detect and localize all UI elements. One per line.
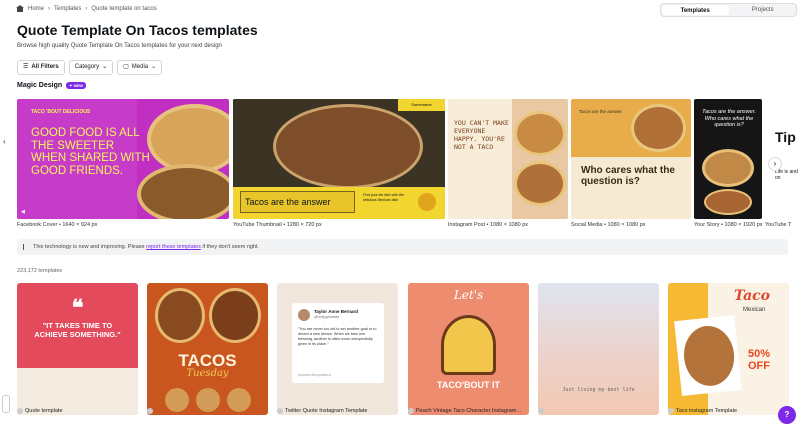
template-caption: Twitter Quote Instagram Template <box>277 408 367 414</box>
magic-card-facebook-cover[interactable]: TACO 'BOUT DELICIOUS GOOD FOOD IS ALL TH… <box>17 99 229 219</box>
taco-photo <box>137 164 229 219</box>
tweet-tags: #quotes #inspirations <box>298 373 332 377</box>
template-card-taco-character[interactable]: Let's TACO'BOUT IT <box>408 283 529 415</box>
card-small-text: Life is and on <box>775 169 798 181</box>
category-dropdown[interactable]: Category ⌄ <box>68 60 114 75</box>
avatar <box>298 309 310 321</box>
card-small-text: Find your fav dish with the delicious Me… <box>363 193 404 202</box>
template-card-gradient[interactable]: Just living my best life <box>538 283 659 415</box>
magic-card-instagram-post[interactable]: YOU CAN'T MAKE EVERYONE HAPPY. YOU'RE NO… <box>448 99 568 219</box>
collapse-chevron-icon[interactable]: ‹ <box>3 137 6 146</box>
card-caption: Social Media • 1080 × 1080 px <box>571 222 646 228</box>
tweet-handle: @reallygreatsite <box>314 315 340 319</box>
taco-photo <box>273 104 423 189</box>
card-quote: Just living my best life <box>562 387 635 393</box>
card-caption: Instagram Post • 1080 × 1080 px <box>448 222 529 228</box>
tweet-text: "You are never too old to set another go… <box>298 327 377 346</box>
card-caption: YouTube T <box>765 222 792 228</box>
home-icon[interactable] <box>16 5 24 12</box>
breadcrumb-current: Quote template on tacos <box>91 6 157 12</box>
breadcrumb-home[interactable]: Home <box>28 6 44 12</box>
chevron-down-icon: ⌄ <box>102 64 108 70</box>
card-quote: Who cares what the question is? <box>581 165 675 187</box>
notice-end-text: if they don't seem right. <box>202 244 260 250</box>
all-filters-label: All Filters <box>31 64 59 70</box>
help-button[interactable]: ? <box>778 406 796 424</box>
template-count: 223,172 templates <box>17 268 63 274</box>
quote-mark-icon: ❝ <box>71 295 84 320</box>
arrow-icon <box>418 193 436 211</box>
card-subtitle: Tuesday <box>186 368 229 379</box>
card-quote: YOU CAN'T MAKE EVERYONE HAPPY. YOU'RE NO… <box>454 119 509 151</box>
template-card-tacos-tuesday[interactable]: TACOS Tuesday <box>147 283 268 415</box>
template-card-taco-mexican[interactable]: Taco Mexican 50% OFF <box>668 283 789 415</box>
category-label: Category <box>74 64 100 70</box>
filter-icon: ☰ <box>23 64 29 70</box>
card-subtitle: Mexican <box>743 307 766 313</box>
taco-photo <box>165 388 189 412</box>
taco-photo <box>227 388 251 412</box>
card-quote: Tacos are the answer. Who cares what the… <box>702 109 756 128</box>
card-quote: Tacos are the answer <box>240 191 355 213</box>
breadcrumb-templates[interactable]: Templates <box>54 6 81 12</box>
media-icon: ▢ <box>123 64 129 70</box>
template-card-twitter-quote[interactable]: Taylor Anne Bernard @reallygreatsite "Yo… <box>277 283 398 415</box>
new-badge: ✦ NEW <box>66 82 86 89</box>
template-caption <box>538 408 546 414</box>
page-title: Quote Template On Tacos templates <box>17 22 258 38</box>
taco-photo <box>704 189 752 215</box>
magic-card-youtube-thumbnail[interactable]: Somename Tacos are the answer Find your … <box>233 99 445 219</box>
scroll-handle[interactable] <box>2 395 10 413</box>
taco-photo <box>514 161 566 206</box>
card-tag: Somename <box>398 99 445 111</box>
beta-notice: This technology is new and improving. Pl… <box>17 239 788 255</box>
taco-photo <box>155 288 205 343</box>
tweet-author: Taylor Anne Bernard <box>314 309 359 314</box>
template-caption: Taco instagram Template <box>668 408 737 414</box>
media-label: Media <box>131 64 149 70</box>
card-deal: 50% OFF <box>748 348 771 372</box>
card-quote: Tip <box>775 129 796 145</box>
tab-templates[interactable]: Templates <box>662 5 729 15</box>
magic-design-heading: Magic Design ✦ NEW <box>17 82 86 89</box>
card-caption: Your Story • 1080 × 1920 px <box>694 222 763 228</box>
flag-icon <box>23 244 27 250</box>
chevron-right-icon: › <box>48 6 51 12</box>
card-small-text: Tacos are the answer <box>579 109 622 114</box>
card-script-text: Let's <box>453 288 484 302</box>
page-subtitle: Browse high quality Quote Template On Ta… <box>17 43 222 49</box>
play-icon: ◀ <box>21 209 25 215</box>
card-headline: TACO 'BOUT DELICIOUS <box>31 109 91 115</box>
template-caption: Peach Vintage Taco Character Instagram..… <box>408 408 521 414</box>
card-title: Taco <box>734 288 771 304</box>
all-filters-button[interactable]: ☰ All Filters <box>17 60 65 75</box>
breadcrumb: Home › Templates › Quote template on tac… <box>16 5 157 12</box>
taco-photo <box>514 111 566 156</box>
next-arrow-button[interactable]: › <box>768 157 782 171</box>
card-caption: YouTube Thumbnail • 1280 × 720 px <box>233 222 322 228</box>
chevron-right-icon: › <box>85 6 88 12</box>
notice-text: This technology is new and improving. Pl… <box>33 244 145 250</box>
card-quote: "IT TAKES TIME TO ACHIEVE SOMETHING." <box>34 321 121 339</box>
magic-card-your-story[interactable]: Tacos are the answer. Who cares what the… <box>694 99 762 219</box>
card-caption: Facebook Cover • 1640 × 924 px <box>17 222 98 228</box>
template-card-quote[interactable]: ❝ "IT TAKES TIME TO ACHIEVE SOMETHING." <box>17 283 138 415</box>
chevron-down-icon: ⌄ <box>151 64 157 70</box>
taco-photo <box>702 149 754 187</box>
card-quote: GOOD FOOD IS ALL THE SWEETER WHEN SHARED… <box>31 127 150 177</box>
magic-design-label: Magic Design <box>17 82 63 89</box>
template-caption <box>147 408 155 414</box>
taco-photo <box>196 388 220 412</box>
magic-card-social-media[interactable]: Tacos are the answer Who cares what the … <box>571 99 691 219</box>
taco-photo <box>209 288 261 343</box>
report-templates-link[interactable]: report these templates <box>146 244 201 250</box>
taco-character-illustration <box>441 315 496 375</box>
taco-photo <box>631 104 686 152</box>
tab-projects[interactable]: Projects <box>730 4 797 16</box>
view-toggle: Templates Projects <box>660 3 797 17</box>
template-caption: Quote template <box>17 408 63 414</box>
media-dropdown[interactable]: ▢ Media ⌄ <box>117 60 163 75</box>
card-title: TACO'BOUT IT <box>437 380 500 390</box>
taco-photo <box>681 323 738 389</box>
